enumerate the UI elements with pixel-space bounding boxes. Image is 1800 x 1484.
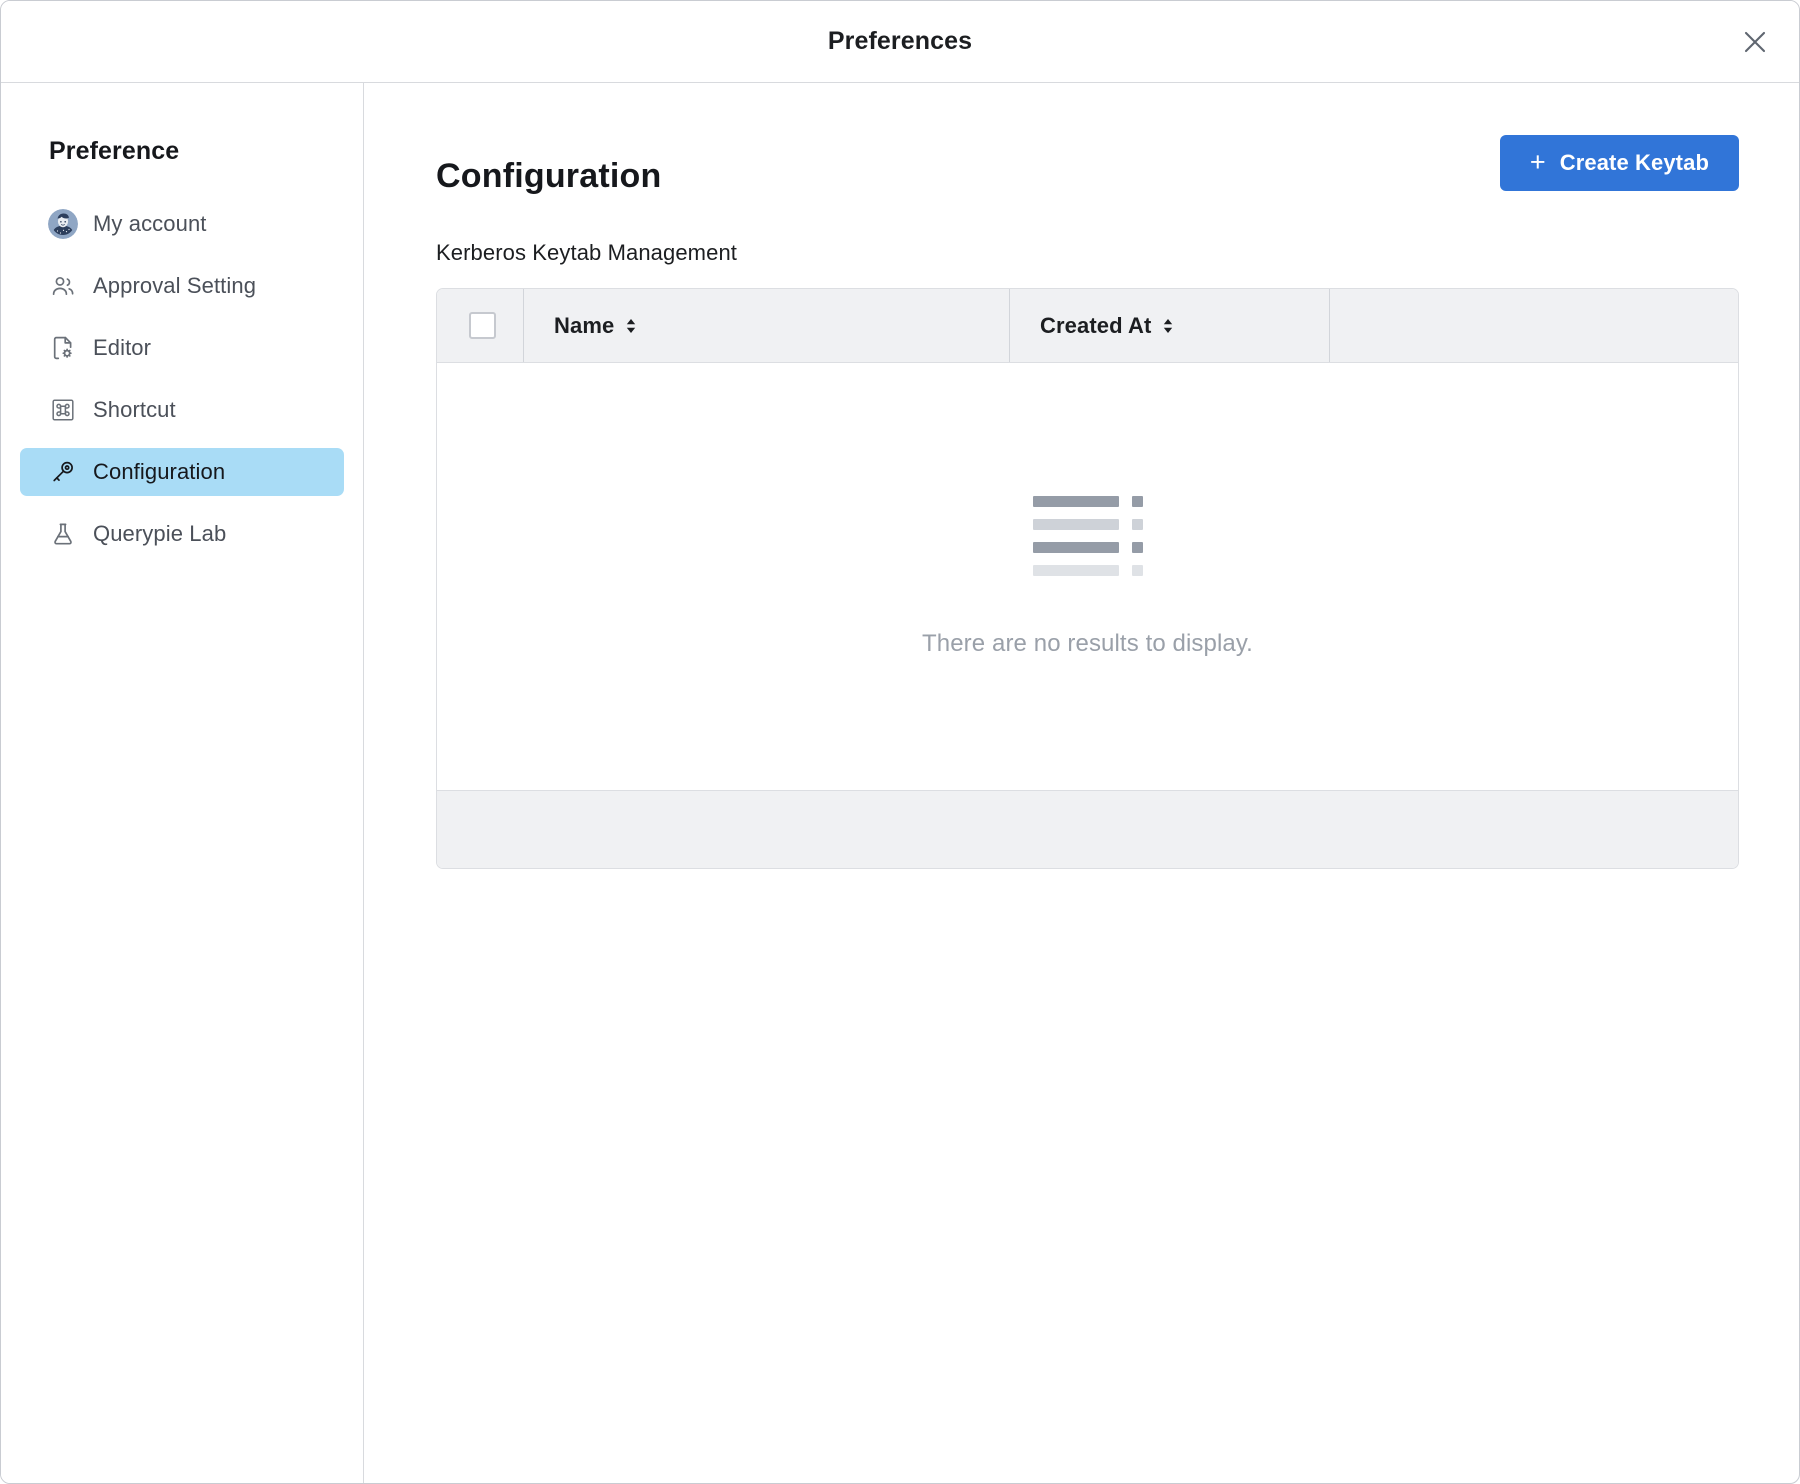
keytab-table: Name Created At There are no results to … bbox=[436, 288, 1739, 869]
sidebar-item-approval-setting[interactable]: Approval Setting bbox=[20, 262, 344, 310]
dialog-body: Preference My account Approval Setting E… bbox=[1, 83, 1799, 1483]
plus-icon: + bbox=[1529, 146, 1546, 177]
column-header-name-label: Name bbox=[554, 312, 615, 338]
select-all-checkbox[interactable] bbox=[469, 312, 496, 339]
column-header-name[interactable]: Name bbox=[523, 289, 1009, 362]
sidebar-item-label: My account bbox=[93, 211, 207, 236]
column-header-created-at[interactable]: Created At bbox=[1009, 289, 1329, 362]
flask-icon bbox=[49, 520, 77, 548]
sidebar-heading: Preference bbox=[49, 137, 180, 165]
create-keytab-button[interactable]: + Create Keytab bbox=[1499, 135, 1739, 191]
close-icon[interactable] bbox=[1733, 20, 1777, 64]
dialog-titlebar: Preferences bbox=[1, 1, 1799, 83]
sidebar-item-label: Shortcut bbox=[93, 397, 176, 422]
avatar-icon bbox=[48, 209, 78, 239]
sidebar-item-shortcut[interactable]: Shortcut bbox=[20, 386, 344, 434]
column-header-actions bbox=[1329, 289, 1738, 362]
sidebar-item-configuration[interactable]: Configuration bbox=[20, 448, 344, 496]
sort-icon bbox=[627, 318, 636, 333]
table-header-row: Name Created At bbox=[437, 289, 1738, 363]
sidebar-item-querypie-lab[interactable]: Querypie Lab bbox=[20, 510, 344, 558]
sidebar-item-label: Approval Setting bbox=[93, 273, 257, 298]
table-footer bbox=[437, 791, 1738, 868]
command-key-icon bbox=[49, 396, 77, 424]
column-header-created-at-label: Created At bbox=[1040, 312, 1152, 338]
sidebar: Preference My account Approval Setting E… bbox=[1, 83, 364, 1483]
column-select-all bbox=[437, 289, 523, 362]
table-empty-state: There are no results to display. bbox=[437, 363, 1738, 791]
key-icon bbox=[49, 458, 77, 486]
sidebar-item-my-account[interactable]: My account bbox=[20, 200, 344, 248]
create-keytab-label: Create Keytab bbox=[1559, 150, 1709, 175]
sidebar-nav: My account Approval Setting Editor Short… bbox=[1, 200, 363, 558]
empty-state-message: There are no results to display. bbox=[922, 629, 1253, 657]
empty-state-illustration bbox=[1032, 495, 1143, 588]
main-content: Configuration + Create Keytab Kerberos K… bbox=[364, 83, 1799, 1483]
sidebar-item-editor[interactable]: Editor bbox=[20, 324, 344, 372]
page-title: Configuration bbox=[436, 157, 662, 195]
section-label: Kerberos Keytab Management bbox=[436, 240, 737, 265]
users-icon bbox=[49, 272, 77, 300]
preferences-dialog: Preferences Preference My account Approv… bbox=[0, 0, 1800, 1484]
sidebar-item-label: Querypie Lab bbox=[93, 521, 227, 546]
sort-icon bbox=[1164, 318, 1173, 333]
main-header: Configuration + Create Keytab bbox=[436, 135, 1739, 196]
dialog-title: Preferences bbox=[827, 27, 973, 55]
sidebar-item-label: Configuration bbox=[93, 459, 226, 484]
sidebar-item-label: Editor bbox=[93, 335, 152, 360]
document-gear-icon bbox=[49, 334, 77, 362]
